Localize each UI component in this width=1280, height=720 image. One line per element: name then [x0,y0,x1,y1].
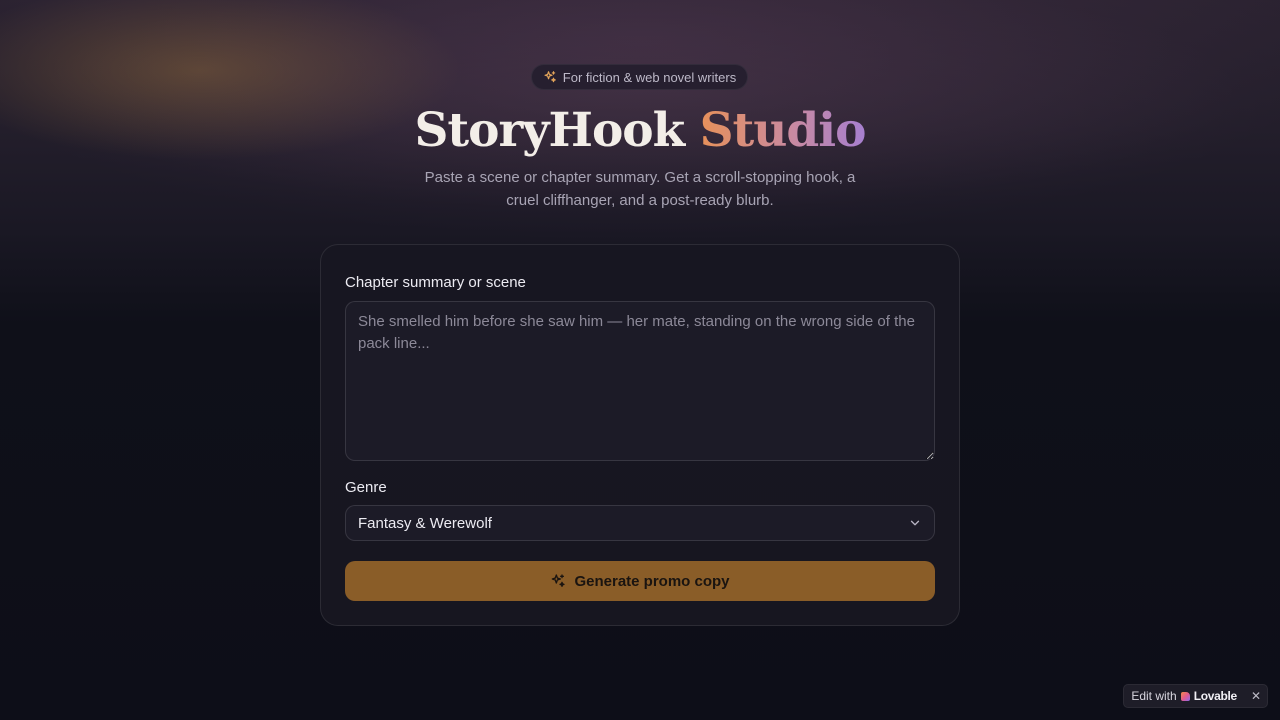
genre-select-value: Fantasy & Werewolf [358,514,492,532]
app-subtitle: Paste a scene or chapter summary. Get a … [424,169,856,209]
summary-label: Chapter summary or scene [345,274,526,291]
lovable-logo-icon [1180,691,1190,701]
summary-textarea[interactable] [345,301,935,461]
edit-with-lovable-badge[interactable]: Edit with Lovable ✕ [1123,684,1268,708]
audience-badge-label: For fiction & web novel writers [562,69,737,85]
app-title-accent: Studio [699,103,867,158]
genre-select[interactable]: Fantasy & Werewolf [345,505,935,541]
sparkles-icon [543,70,557,84]
genre-label: Genre [345,479,387,496]
page: For fiction & web novel writers StoryHoo… [0,0,1280,720]
generate-button[interactable]: Generate promo copy [345,561,935,601]
sparkles-icon [550,573,566,589]
promo-form-card: Chapter summary or scene Genre Fantasy &… [320,244,960,626]
audience-badge: For fiction & web novel writers [531,64,748,90]
app-title: StoryHook Studio [0,100,1280,162]
edit-with-label: Edit with [1131,689,1177,703]
close-icon[interactable]: ✕ [1251,689,1261,703]
generate-button-label: Generate promo copy [574,572,730,590]
chevron-down-icon [908,516,922,530]
app-title-main: StoryHook [414,103,685,158]
lovable-brand: Lovable [1193,689,1238,703]
